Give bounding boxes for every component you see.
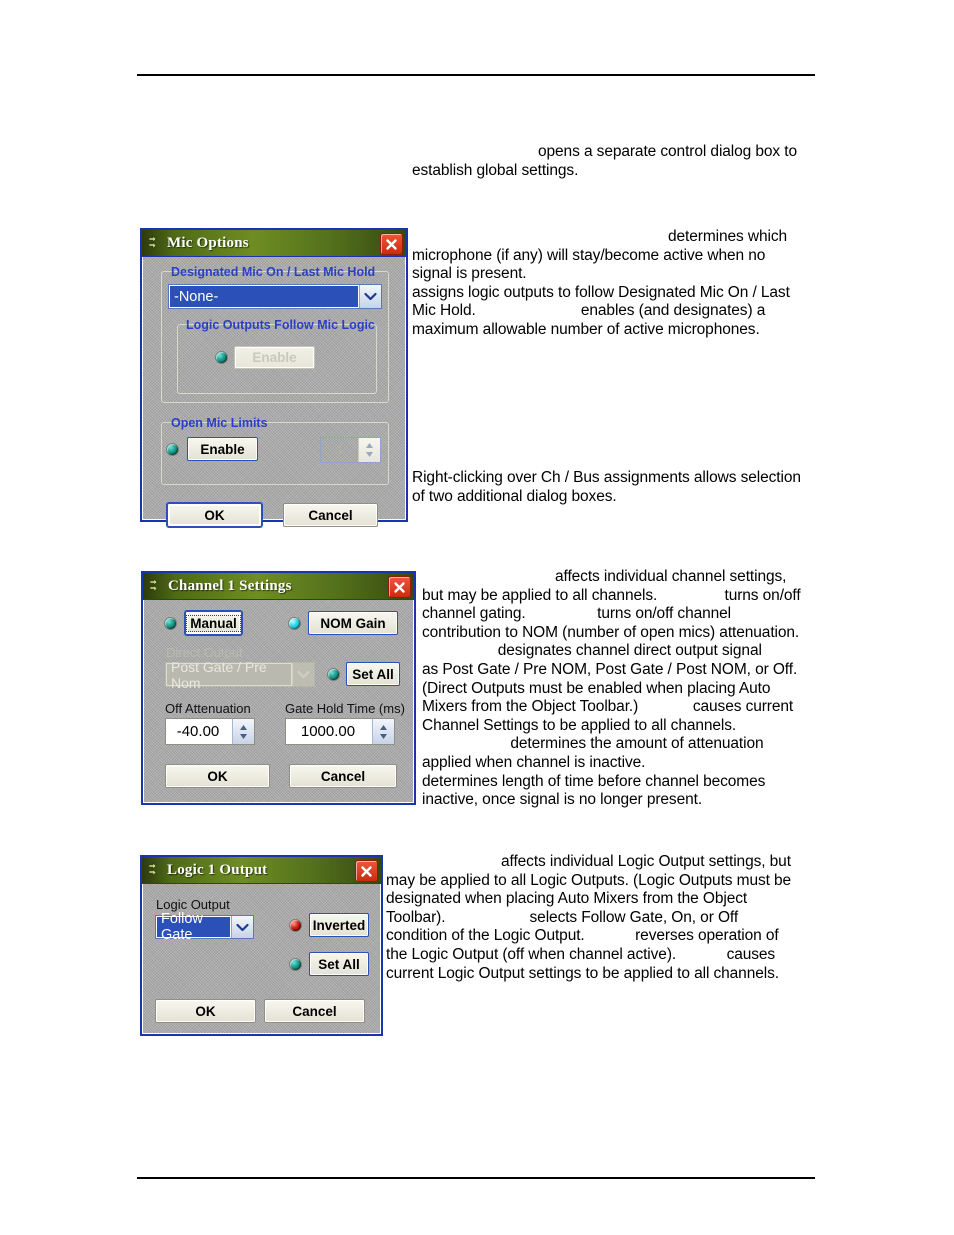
document-page: opens a separate control dialog box to e… <box>0 0 954 1235</box>
set-all-button[interactable]: Set All <box>346 662 400 686</box>
close-icon[interactable] <box>380 233 403 255</box>
close-icon[interactable] <box>355 860 378 882</box>
inverted-led <box>290 920 301 931</box>
gate-hold-time-value: 1000.00 <box>300 723 356 740</box>
logic-output-combo-value: Follow Gate <box>156 911 231 943</box>
logic-output-titlebar: Logic 1 Output <box>142 857 381 884</box>
inverted-button[interactable]: Inverted <box>309 913 369 937</box>
open-mic-limits-value: 4 <box>334 441 343 459</box>
designated-mic-combo-value: -None- <box>169 285 359 308</box>
nom-gain-button[interactable]: NOM Gain <box>308 611 398 635</box>
window-move-icon <box>146 234 164 252</box>
spinner-arrows-icon[interactable] <box>358 438 380 462</box>
channel-settings-title: Channel 1 Settings <box>168 577 292 594</box>
mic-options-cancel-button[interactable]: Cancel <box>283 503 378 527</box>
channel-settings-ok-button[interactable]: OK <box>165 764 270 788</box>
logic-output-combo[interactable]: Follow Gate <box>155 911 254 943</box>
window-move-icon <box>146 861 164 879</box>
paragraph-mic-options: determines which microphone (if any) wil… <box>412 228 790 338</box>
gate-hold-time-label: Gate Hold Time (ms) <box>285 701 405 716</box>
logic-output-body: Logic Output Follow Gate Inverted Set Al… <box>142 884 381 1033</box>
spinner-arrows-icon[interactable] <box>232 719 254 744</box>
designated-mic-combo[interactable]: -None- <box>168 284 382 309</box>
designated-mic-group-label: Designated Mic On / Last Mic Hold <box>171 265 376 279</box>
close-icon[interactable] <box>388 576 411 598</box>
open-mic-limits-spinner[interactable]: 4 <box>320 437 381 463</box>
direct-output-combo-value: Post Gate / Pre Nom <box>166 659 292 691</box>
logic-output-cancel-button[interactable]: Cancel <box>264 999 365 1023</box>
logic-output-title: Logic 1 Output <box>167 861 268 878</box>
mic-options-title: Mic Options <box>167 234 249 251</box>
paragraph-logic-output: affects individual Logic Output settings… <box>386 853 792 982</box>
channel-settings-titlebar: Channel 1 Settings <box>143 573 414 600</box>
open-mic-limits-group-label: Open Mic Limits <box>171 416 268 430</box>
logic-output-label: Logic Output <box>156 897 230 912</box>
footer-rule <box>137 1177 815 1179</box>
gate-hold-time-spinner[interactable]: 1000.00 <box>285 718 395 745</box>
nom-gain-led <box>289 618 300 629</box>
mic-options-body: Designated Mic On / Last Mic Hold -None-… <box>142 257 406 527</box>
mic-options-titlebar: Mic Options <box>142 230 406 257</box>
window-move-icon <box>147 577 165 595</box>
open-mic-limits-led <box>167 444 178 455</box>
logic-follow-led <box>216 352 227 363</box>
channel-settings-dialog: Channel 1 Settings Manual NOM Gain Direc… <box>141 571 416 805</box>
set-all-led <box>328 669 339 680</box>
channel-settings-cancel-button[interactable]: Cancel <box>289 764 397 788</box>
paragraph-right-click: Right-clicking over Ch / Bus assignments… <box>412 469 801 505</box>
logic-output-dialog: Logic 1 Output Logic Output Follow Gate <box>140 855 383 1036</box>
logic-set-all-led <box>290 959 301 970</box>
off-attenuation-label: Off Attenuation <box>165 701 251 716</box>
logic-follow-group-label: Logic Outputs Follow Mic Logic <box>186 318 375 332</box>
manual-button[interactable]: Manual <box>185 611 242 635</box>
paragraph-intro: opens a separate control dialog box to e… <box>412 143 798 179</box>
paragraph-channel-settings: affects individual channel settings, but… <box>422 568 801 809</box>
mic-options-ok-button[interactable]: OK <box>167 503 262 527</box>
mic-options-dialog: Mic Options Designated Mic On / Last Mic… <box>140 228 408 527</box>
header-rule <box>137 74 815 76</box>
chevron-down-icon[interactable] <box>292 663 314 686</box>
chevron-down-icon[interactable] <box>231 916 253 938</box>
off-attenuation-spinner[interactable]: -40.00 <box>165 718 255 745</box>
channel-settings-body: Manual NOM Gain Direct Output Post Gate … <box>143 600 414 802</box>
logic-output-ok-button[interactable]: OK <box>155 999 256 1023</box>
chevron-down-icon[interactable] <box>359 285 381 308</box>
manual-led <box>165 618 176 629</box>
spinner-arrows-icon[interactable] <box>372 719 394 744</box>
logic-follow-enable-button[interactable]: Enable <box>234 346 315 369</box>
direct-output-combo[interactable]: Post Gate / Pre Nom <box>165 659 315 691</box>
off-attenuation-value: -40.00 <box>176 723 220 740</box>
logic-set-all-button[interactable]: Set All <box>309 952 369 976</box>
open-mic-limits-enable-button[interactable]: Enable <box>187 437 258 461</box>
